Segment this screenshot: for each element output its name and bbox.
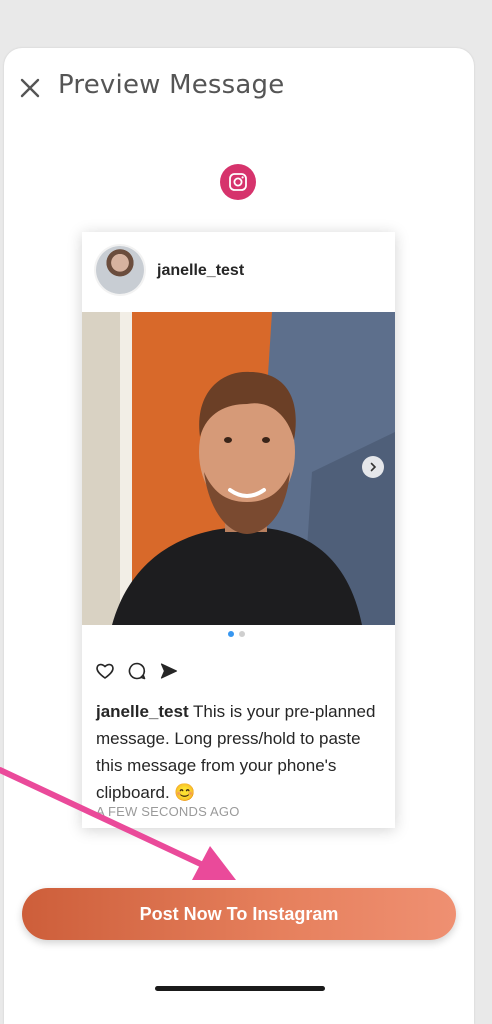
close-icon[interactable]	[18, 76, 42, 100]
comment-icon[interactable]	[126, 660, 148, 682]
post-preview-card: janelle_test janelle_test This is your p…	[82, 232, 395, 828]
carousel-dot	[239, 631, 245, 637]
chevron-right-icon	[370, 462, 377, 472]
carousel-dot-active	[228, 631, 234, 637]
post-photo	[82, 312, 395, 625]
post-now-button[interactable]: Post Now To Instagram	[22, 888, 456, 940]
avatar	[96, 246, 144, 294]
home-indicator	[155, 986, 325, 991]
post-username: janelle_test	[157, 262, 245, 279]
page-title: Preview Message	[58, 70, 285, 100]
post-caption: janelle_test This is your pre-planned me…	[96, 698, 386, 806]
carousel-indicator	[228, 631, 245, 637]
instagram-icon	[220, 164, 256, 200]
caption-username: janelle_test	[96, 702, 189, 721]
portrait-image	[82, 312, 395, 625]
post-timestamp: A FEW SECONDS AGO	[96, 804, 240, 819]
share-icon[interactable]	[158, 660, 180, 682]
post-actions	[94, 660, 180, 682]
heart-icon[interactable]	[94, 660, 116, 682]
carousel-next-button[interactable]	[362, 456, 384, 478]
